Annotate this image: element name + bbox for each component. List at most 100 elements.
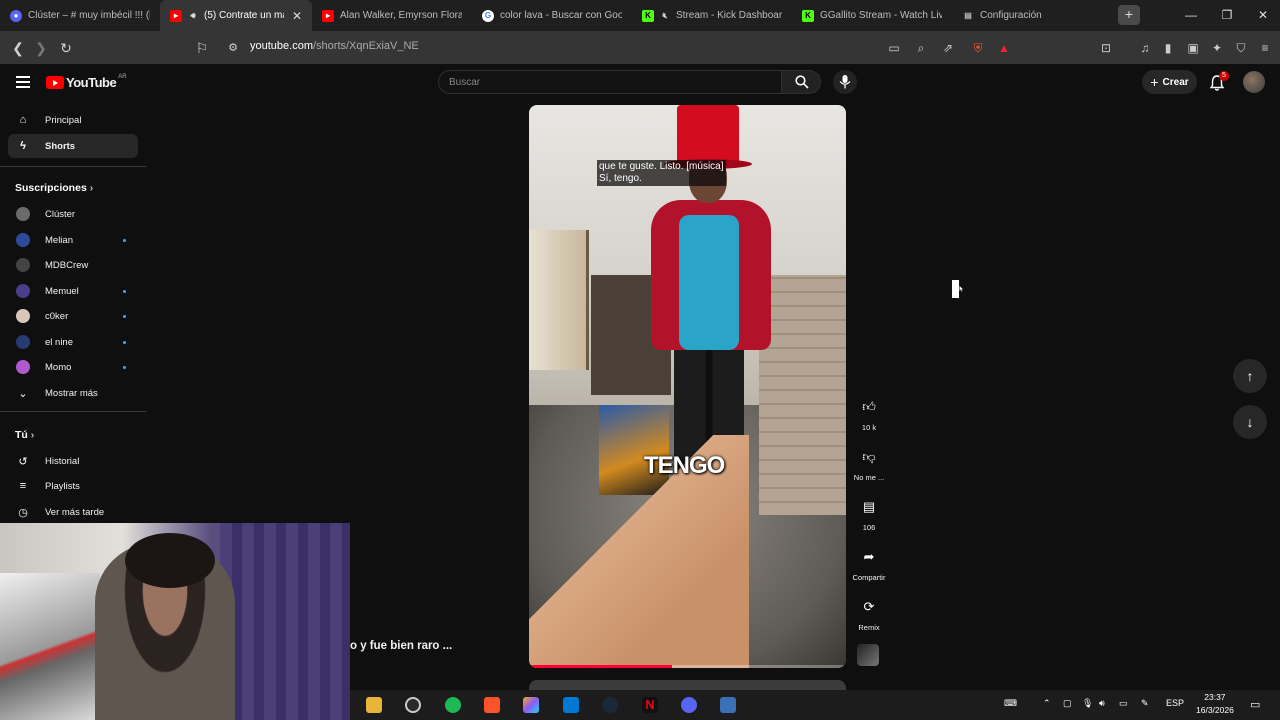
remix-button[interactable]: ⟳ Remix: [848, 594, 890, 632]
youtube-logo[interactable]: YouTube AR: [46, 73, 127, 90]
tab-youtube[interactable]: ▸ Alan Walker, Emyrson Flora: [312, 0, 472, 31]
show-more-button[interactable]: ⌄ Mostrar más: [8, 381, 138, 405]
video-progress-bar[interactable]: [529, 665, 846, 668]
clock[interactable]: 23:37 16/3/2026: [1196, 691, 1234, 717]
url-path: /shorts/XqnExiaV_NE: [312, 40, 419, 52]
pen-icon[interactable]: ✎: [1141, 698, 1149, 709]
close-tab-icon[interactable]: ✕: [292, 9, 302, 23]
back-button[interactable]: ❮: [9, 39, 27, 57]
sidebar-toggle-icon[interactable]: ▮: [1160, 40, 1176, 56]
subscriptions-header[interactable]: Suscripciones ›: [15, 182, 93, 194]
sidebar-item-el-nine[interactable]: el nine: [8, 330, 138, 354]
sidebar-item-historial[interactable]: ↺ Historial: [8, 449, 138, 473]
music-icon[interactable]: ♫: [1137, 40, 1153, 56]
new-tab-button[interactable]: +: [1118, 5, 1140, 25]
next-short-preview[interactable]: [529, 680, 846, 690]
voice-search-button[interactable]: [833, 70, 857, 94]
tab-kick-dashboard[interactable]: K 🔇︎ Stream - Kick Dashboar: [632, 0, 792, 31]
extension-icon[interactable]: ⊡: [1098, 40, 1114, 56]
tab-settings[interactable]: ▤ Configuración: [952, 0, 1102, 31]
next-short-button[interactable]: ↓: [1233, 405, 1267, 439]
keyboard-icon[interactable]: ⌨: [1004, 698, 1017, 709]
obs-icon[interactable]: [405, 697, 421, 713]
steam-icon[interactable]: [602, 697, 618, 713]
tab-kick-stream[interactable]: K GGallito Stream - Watch Liv: [792, 0, 952, 31]
spotify-icon[interactable]: [445, 697, 461, 713]
sidebar-item-principal[interactable]: ⌂ Principal: [8, 108, 138, 132]
new-content-dot: [123, 341, 126, 344]
you-header[interactable]: Tú ›: [15, 429, 34, 441]
minimize-button[interactable]: —: [1172, 0, 1210, 31]
previous-short-button[interactable]: ↑: [1233, 359, 1267, 393]
hamburger-menu-icon[interactable]: [16, 76, 30, 92]
chevron-up-icon[interactable]: ⌃: [1043, 698, 1051, 709]
sidebar-item-label: Clúster: [45, 208, 76, 220]
cast-icon[interactable]: ▭: [886, 40, 902, 56]
like-button[interactable]: 👍︎ 10 k: [848, 394, 890, 432]
audio-thumbnail[interactable]: [857, 644, 879, 666]
leo-ai-icon[interactable]: ✦: [1209, 40, 1225, 56]
create-button[interactable]: + Crear: [1142, 70, 1197, 94]
clock-icon: ◷: [18, 506, 28, 519]
file-explorer-icon[interactable]: [366, 697, 382, 713]
search-button[interactable]: [781, 70, 821, 94]
sidebar-item-memuel[interactable]: Memuel: [8, 279, 138, 303]
tab-label: Alan Walker, Emyrson Flora: [340, 10, 462, 21]
tab-discord[interactable]: ● Clúster – # muy imbécil !!! (l: [0, 0, 160, 31]
url-field[interactable]: youtube.com/shorts/XqnExiaV_NE: [250, 40, 419, 52]
vpn-icon[interactable]: ⛉: [1233, 40, 1249, 56]
search-input[interactable]: Buscar: [438, 70, 782, 94]
volume-icon[interactable]: 🔊︎: [1099, 698, 1105, 709]
dislike-button[interactable]: 👎︎ No me ...: [848, 444, 890, 482]
app-icon[interactable]: [523, 697, 539, 713]
reload-button[interactable]: ↻: [57, 39, 75, 57]
microphone-icon[interactable]: 🎙︎: [1082, 698, 1093, 709]
discord-icon: ●: [10, 9, 22, 22]
language-indicator[interactable]: ESP: [1166, 698, 1184, 708]
short-video-player[interactable]: que te guste. Listo. [música] Sí, tengo.…: [529, 105, 846, 668]
tab-youtube-active[interactable]: ▸ 🔊︎ (5) Contrate un mag ✕: [160, 0, 312, 31]
close-window-button[interactable]: ✕: [1244, 0, 1280, 31]
sidebar-item-label: Momo: [45, 361, 72, 373]
sidebar-item-melian[interactable]: Melian: [8, 228, 138, 252]
google-icon: G: [482, 9, 494, 22]
video-frame: [759, 275, 846, 515]
sidebar-item-c0ker[interactable]: c0ker: [8, 304, 138, 328]
discord-icon[interactable]: [681, 697, 697, 713]
wallet-icon[interactable]: ▣: [1185, 40, 1201, 56]
sidebar-item-shorts[interactable]: ϟ Shorts: [8, 134, 138, 158]
sidebar-item-mdbcrew[interactable]: MDBCrew: [8, 253, 138, 277]
speaker-icon: 🔊︎: [190, 10, 196, 20]
bookmark-icon[interactable]: ⚐: [193, 39, 211, 57]
netflix-icon[interactable]: N: [642, 697, 658, 713]
zoom-icon[interactable]: ⌕: [913, 40, 929, 56]
sidebar-item-cluster[interactable]: Clúster: [8, 202, 138, 226]
avatar[interactable]: [1243, 71, 1265, 93]
tab-google[interactable]: G color lava - Buscar con Goo: [472, 0, 632, 31]
maximize-button[interactable]: ❐: [1208, 0, 1246, 31]
search-icon: [795, 75, 809, 89]
vpn-app-icon[interactable]: [720, 697, 736, 713]
camera-icon[interactable]: ▢: [1063, 698, 1072, 709]
sidebar-item-watch-later[interactable]: ◷ Ver más tarde: [8, 500, 138, 524]
brave-shield-icon[interactable]: ⛨: [970, 40, 986, 56]
site-info-icon[interactable]: ⚙: [224, 39, 242, 57]
video-frame: [529, 230, 589, 370]
notification-center-icon[interactable]: ▭: [1250, 698, 1260, 711]
sidebar-item-playlists[interactable]: ≡ Playlists: [8, 474, 138, 498]
channel-avatar-icon: [16, 233, 30, 247]
sidebar-item-momo[interactable]: Momo: [8, 355, 138, 379]
channel-avatar-icon: [16, 335, 30, 349]
forward-button[interactable]: ❯: [32, 39, 50, 57]
webcam-overlay: [0, 523, 350, 720]
share-button[interactable]: ➦ Compartir: [848, 544, 890, 582]
country-code: AR: [118, 73, 127, 80]
kick-icon: K: [642, 9, 654, 22]
store-icon[interactable]: [563, 697, 579, 713]
share-icon[interactable]: ⇗: [940, 40, 956, 56]
comments-button[interactable]: ▤ 106: [848, 494, 890, 532]
network-icon[interactable]: ▭: [1119, 698, 1128, 709]
menu-icon[interactable]: ≡: [1257, 40, 1273, 56]
brave-icon[interactable]: [484, 697, 500, 713]
brave-rewards-icon[interactable]: ▲: [996, 40, 1012, 56]
